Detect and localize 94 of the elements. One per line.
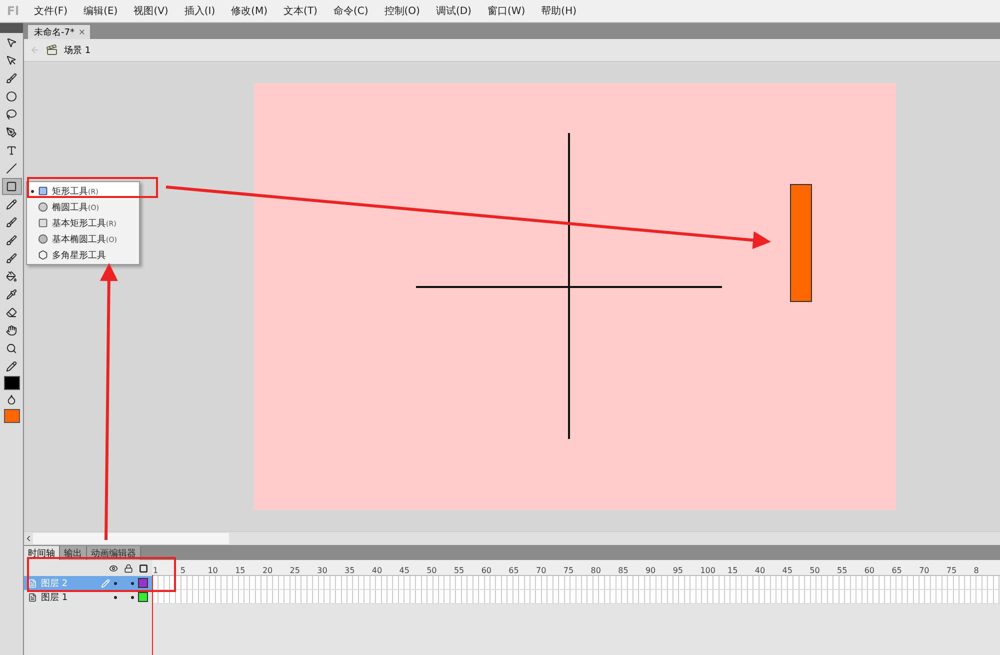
frame-number: 55 — [836, 566, 848, 575]
chevron-left-icon[interactable] — [24, 534, 33, 543]
scrollbar-thumb[interactable] — [33, 533, 229, 544]
frame-number: 40 — [754, 566, 766, 575]
oval-icon — [38, 202, 48, 212]
menu-item[interactable]: 文本(T) — [276, 4, 326, 18]
pointer-icon[interactable] — [6, 55, 17, 66]
rectangle-icon — [6, 181, 17, 192]
brush-icon[interactable] — [6, 253, 17, 264]
lock-dot[interactable] — [131, 596, 134, 598]
outline-icon[interactable] — [139, 564, 148, 572]
pencil-icon[interactable] — [6, 199, 17, 210]
frame-number: 80 — [590, 566, 602, 575]
fill-color-swatch[interactable] — [4, 409, 20, 423]
lock-dot[interactable] — [131, 582, 134, 584]
droplet-icon[interactable] — [6, 394, 17, 405]
rectangle-tool-button[interactable] — [2, 178, 22, 195]
hand-icon[interactable] — [6, 325, 17, 336]
brush-icon[interactable] — [6, 73, 17, 84]
menu-item[interactable]: 修改(M) — [223, 4, 276, 18]
eraser-icon[interactable] — [6, 307, 17, 318]
frame-number: 25 — [288, 566, 301, 575]
frame-number: 95 — [672, 566, 684, 575]
zoom-icon[interactable] — [6, 343, 17, 354]
frame-number: 85 — [617, 566, 630, 575]
frame-number: 10 — [206, 566, 219, 575]
document-tab[interactable]: 未命名-7* — [28, 25, 90, 39]
brush-icon[interactable] — [6, 217, 17, 228]
frame-number: 60 — [863, 566, 876, 575]
frame-number: 60 — [480, 566, 492, 575]
eyedropper-icon[interactable] — [6, 289, 17, 300]
polygon-icon — [38, 250, 48, 260]
menu-item[interactable]: 控制(O) — [376, 4, 428, 18]
frame-number: 100 — [699, 566, 716, 575]
lock-icon[interactable] — [124, 564, 133, 572]
close-icon[interactable] — [78, 28, 86, 36]
pen-icon[interactable] — [6, 127, 17, 138]
frame-number: 70 — [918, 566, 930, 575]
lasso-icon[interactable] — [6, 109, 17, 120]
paint-bucket-icon[interactable] — [6, 271, 17, 282]
arrow-icon[interactable] — [6, 37, 17, 48]
frame-number: 15 — [234, 566, 246, 575]
visibility-dot[interactable] — [114, 596, 117, 598]
frame-number: 15 — [726, 566, 739, 575]
layer-name[interactable]: 图层 1 — [41, 590, 110, 604]
bullet-icon — [31, 190, 34, 192]
frame-number: 20 — [261, 566, 274, 575]
layer-color-square[interactable] — [138, 592, 148, 602]
line-icon[interactable] — [6, 163, 17, 174]
menu-item[interactable]: 文件(F) — [26, 4, 76, 18]
rectangle-icon — [38, 186, 48, 196]
frame-number: 75 — [945, 566, 958, 575]
frame-number: 1 — [152, 566, 160, 575]
menu-item[interactable]: 窗口(W) — [479, 4, 534, 18]
layer-color-square[interactable] — [138, 578, 148, 588]
layer-icon — [28, 592, 37, 602]
text-icon[interactable] — [6, 145, 17, 156]
menu-item[interactable]: 视图(V) — [126, 4, 176, 18]
frame-number: 30 — [316, 566, 328, 575]
rectangle-icon — [38, 218, 48, 228]
menu-item[interactable]: 调试(D) — [428, 4, 480, 18]
menu-item[interactable]: 命令(C) — [325, 4, 376, 18]
circle-icon[interactable] — [6, 91, 17, 102]
menu-item[interactable]: 多角星形工具 — [27, 247, 139, 263]
layer-icon — [28, 578, 37, 588]
pencil-icon[interactable] — [6, 361, 17, 372]
stroke-color-swatch[interactable] — [4, 376, 20, 390]
horizontal-scrollbar[interactable] — [24, 531, 1000, 545]
eye-icon[interactable] — [109, 564, 118, 572]
frame-number: 50 — [426, 566, 438, 575]
visibility-dot[interactable] — [114, 582, 117, 584]
oval-icon — [38, 234, 48, 244]
brush-icon[interactable] — [6, 235, 17, 246]
frame-number: 65 — [508, 566, 520, 575]
frame-number: 45 — [398, 566, 410, 575]
frame-number: 35 — [344, 566, 356, 575]
frame-number: 65 — [890, 566, 903, 575]
scene-label[interactable]: 场景 1 — [64, 44, 91, 56]
frame-number: 50 — [808, 566, 821, 575]
menu-item[interactable]: 帮助(H) — [533, 4, 584, 18]
frame-number: 55 — [452, 566, 466, 575]
frame-number: 90 — [644, 566, 657, 575]
frame-number: 70 — [535, 566, 548, 575]
frame-number: 8 — [972, 566, 980, 575]
frame-number: 5 — [179, 566, 186, 575]
menu-item[interactable]: 编辑(E) — [76, 4, 126, 18]
menu-item[interactable]: 插入(I) — [176, 4, 224, 18]
toolbox-grip[interactable] — [0, 23, 23, 33]
clapperboard-icon — [46, 44, 58, 56]
frame-ruler[interactable]: 1 5 10 15 20 25 30 35 40 45 50 55 60 65 70 75 80 85 90 95 100 15 40 45 50 55 60 65 70 75 8 — [152, 560, 1000, 576]
frame-number: 45 — [781, 566, 794, 575]
frame-number: 75 — [562, 566, 575, 575]
app-logo: Fl — [6, 4, 20, 18]
frame-number: 40 — [370, 566, 384, 575]
